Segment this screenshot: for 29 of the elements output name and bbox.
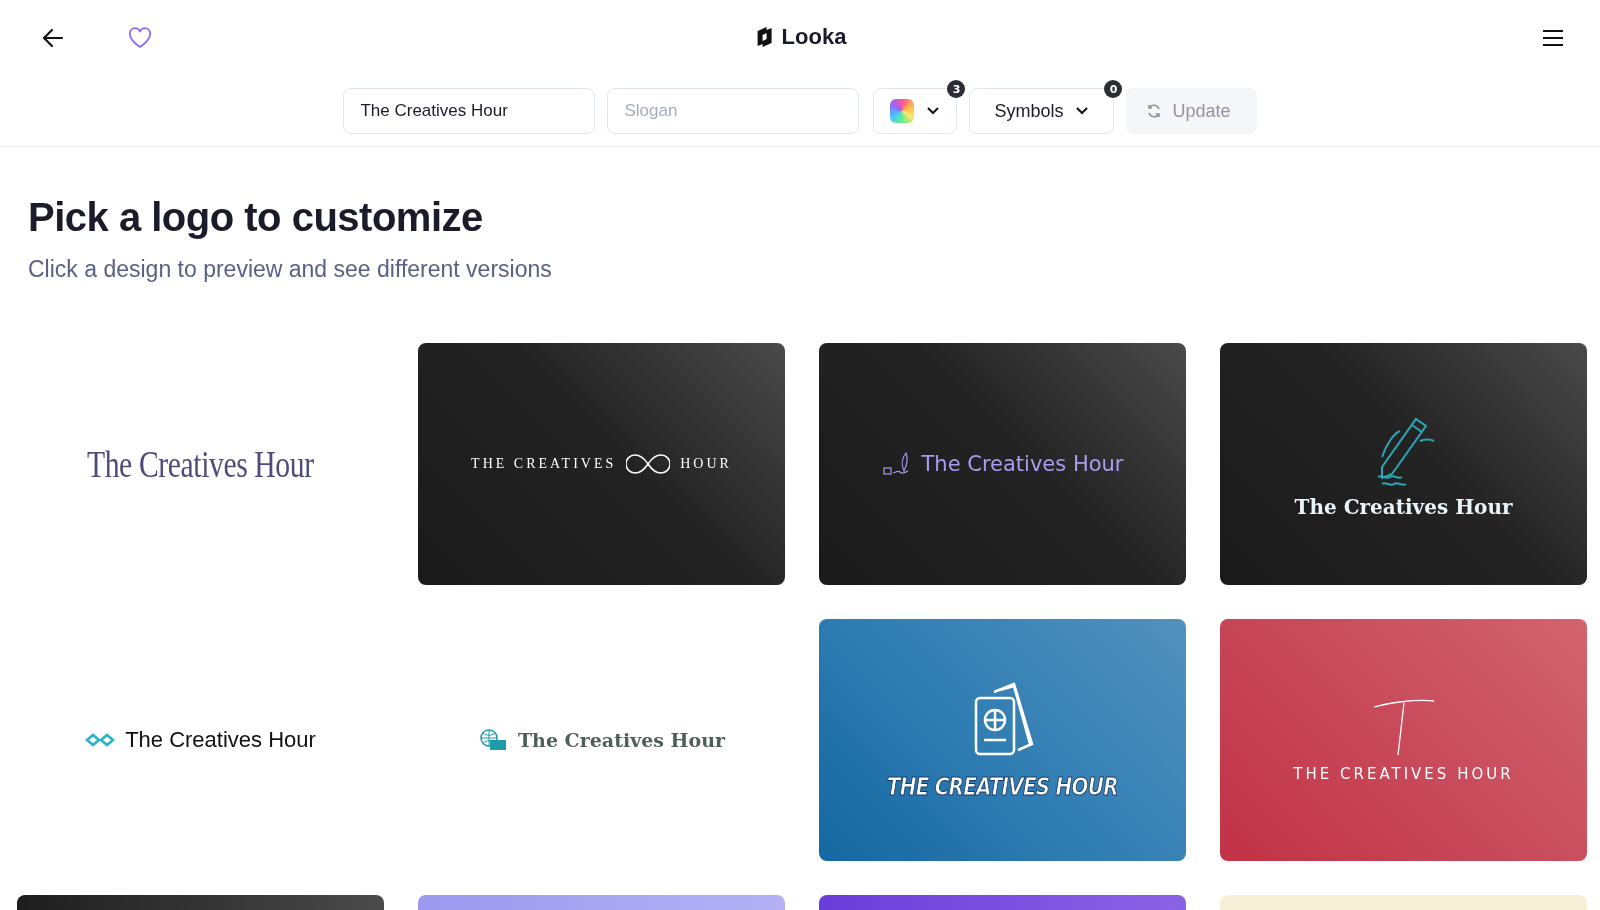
brand-name: Looka [781,24,847,50]
t-monogram-icon [1371,697,1436,757]
chevron-icon [926,106,941,116]
logo-card[interactable]: THE CREATIVES HOUR [418,343,785,585]
logo-card[interactable]: THE CREATIVES HOUR [819,619,1186,861]
diamonds-icon [85,733,116,747]
count-badge: 3 [947,80,966,98]
logo-text: THE CREATIVES HOUR [1293,765,1514,783]
logo-card[interactable]: THE CREATIVES HOUR [1220,619,1587,861]
logo-text: The Creatives Hour [1294,495,1513,519]
color-swatch-icon [890,99,915,123]
count-badge: 0 [1104,80,1123,98]
refresh-icon [1146,103,1163,119]
logo-text: The Creatives Hour [517,729,726,751]
logo-text: THE CREATIVES HOUR [887,771,1118,801]
logo-text: The Creatives Hour [87,442,314,486]
globe-icon [477,728,508,752]
slogan-field[interactable]: Slogan [607,88,860,134]
page-title: Pick a logo to customize [28,195,484,240]
logo-text: HOUR [680,456,732,472]
chevron-icon [1075,106,1090,116]
page-subtitle: Click a design to preview and see different versions [28,256,553,283]
logo-card[interactable]: The Creatives Hour [1220,343,1587,585]
logo-text: THE CREATIVES [471,456,617,472]
infinity-icon [626,452,671,476]
logo-text: The Creatives Hour [921,452,1124,476]
company-name-field[interactable]: The Creatives Hour [343,88,596,134]
logo-text: The Creatives Hour [125,727,316,753]
logo-card[interactable]: The Creatives Hour [819,343,1186,585]
